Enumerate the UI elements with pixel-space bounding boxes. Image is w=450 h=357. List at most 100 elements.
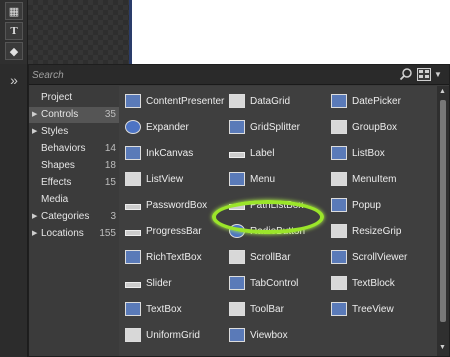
artboard-edge xyxy=(129,0,132,64)
control-item[interactable]: TextBlock xyxy=(331,274,431,292)
label-icon xyxy=(229,152,245,158)
category-item[interactable]: Shapes 18 xyxy=(29,158,119,174)
viewbox-icon xyxy=(229,328,245,342)
category-item[interactable]: Media xyxy=(29,192,119,208)
category-label: Controls xyxy=(41,109,79,120)
category-count: 15 xyxy=(104,177,116,188)
expander-icon xyxy=(125,120,141,134)
menuitem-icon xyxy=(331,172,347,186)
datepicker-icon xyxy=(331,94,347,108)
grid-view-icon[interactable] xyxy=(417,68,431,81)
category-item[interactable]: ▶ Locations 155 xyxy=(29,226,119,242)
category-label: Locations xyxy=(41,228,84,239)
category-label: Effects xyxy=(41,177,72,188)
category-label: Behaviors xyxy=(41,143,86,154)
control-item[interactable]: Label xyxy=(229,144,329,162)
groupbox-icon xyxy=(331,120,347,134)
grid-tool-icon[interactable]: ▦ xyxy=(5,2,23,20)
double-chevron-icon[interactable]: » xyxy=(4,70,24,90)
category-item[interactable]: ▶ Controls 35 xyxy=(29,107,119,123)
control-label: InkCanvas xyxy=(146,147,194,159)
control-item[interactable]: TreeView xyxy=(331,300,431,318)
control-label: DataGrid xyxy=(250,95,291,107)
control-item[interactable]: MenuItem xyxy=(331,170,431,188)
uniformgrid-icon xyxy=(125,328,141,342)
expand-arrow-icon[interactable]: ▶ xyxy=(32,226,37,242)
vertical-scrollbar[interactable]: ▲ ▼ xyxy=(437,86,449,356)
pathlistbox-icon xyxy=(229,204,245,210)
control-item[interactable]: ResizeGrip xyxy=(331,222,431,240)
control-item[interactable]: DatePicker xyxy=(331,92,431,110)
progressbar-icon xyxy=(125,230,141,236)
tabcontrol-icon xyxy=(229,276,245,290)
control-label: ScrollBar xyxy=(250,251,291,263)
control-item[interactable]: UniformGrid xyxy=(125,326,225,344)
control-item[interactable]: Viewbox xyxy=(229,326,329,344)
popup-icon xyxy=(331,198,347,212)
category-item[interactable]: Effects 15 xyxy=(29,175,119,191)
control-item[interactable]: Slider xyxy=(125,274,225,292)
control-label: ProgressBar xyxy=(146,225,202,237)
control-item[interactable]: DataGrid xyxy=(229,92,329,110)
control-item[interactable]: GroupBox xyxy=(331,118,431,136)
control-label: Popup xyxy=(352,199,381,211)
control-item[interactable]: ToolBar xyxy=(229,300,329,318)
control-label: ScrollViewer xyxy=(352,251,408,263)
control-label: GridSplitter xyxy=(250,121,301,133)
category-item[interactable]: Project xyxy=(29,90,119,106)
expand-arrow-icon[interactable]: ▶ xyxy=(32,124,37,140)
control-label: ResizeGrip xyxy=(352,225,402,237)
control-item[interactable]: PathListBox xyxy=(229,196,329,214)
search-icon[interactable] xyxy=(399,67,413,81)
control-item[interactable]: ContentPresenter xyxy=(125,92,225,110)
category-label: Categories xyxy=(41,211,90,222)
control-item[interactable]: ListBox xyxy=(331,144,431,162)
search-input[interactable] xyxy=(29,65,389,85)
category-label: Project xyxy=(41,92,73,103)
text-tool-icon[interactable]: T xyxy=(5,22,23,40)
control-item[interactable]: ScrollViewer xyxy=(331,248,431,266)
datagrid-icon xyxy=(229,94,245,108)
control-item[interactable]: Popup xyxy=(331,196,431,214)
gridsplitter-icon xyxy=(229,120,245,134)
control-item[interactable]: RadioButton xyxy=(229,222,329,240)
scrollviewer-icon xyxy=(331,250,347,264)
expand-arrow-icon[interactable]: ▶ xyxy=(32,107,37,123)
listview-icon xyxy=(125,172,141,186)
control-label: ToolBar xyxy=(250,303,284,315)
listbox-icon xyxy=(331,146,347,160)
control-item[interactable]: Menu xyxy=(229,170,329,188)
paint-tool-icon[interactable]: ◆ xyxy=(5,42,23,60)
category-count: 18 xyxy=(104,160,116,171)
category-item[interactable]: ▶ Categories 3 xyxy=(29,209,119,225)
textblock-icon xyxy=(331,276,347,290)
slider-icon xyxy=(125,282,141,288)
richtextbox-icon xyxy=(125,250,141,264)
control-label: TextBox xyxy=(146,303,182,315)
control-label: Menu xyxy=(250,173,276,185)
control-label: GroupBox xyxy=(352,121,398,133)
scroll-down-icon[interactable]: ▼ xyxy=(439,344,446,351)
control-label: Slider xyxy=(146,277,172,289)
control-item[interactable]: TextBox xyxy=(125,300,225,318)
chevron-down-icon[interactable]: ▼ xyxy=(434,70,442,79)
category-item[interactable]: Behaviors 14 xyxy=(29,141,119,157)
control-label: RichTextBox xyxy=(146,251,202,263)
treeview-icon xyxy=(331,302,347,316)
control-label: ListView xyxy=(146,173,184,185)
control-item[interactable]: ProgressBar xyxy=(125,222,225,240)
control-item[interactable]: RichTextBox xyxy=(125,248,225,266)
scroll-thumb[interactable] xyxy=(440,100,446,322)
scroll-up-icon[interactable]: ▲ xyxy=(439,88,446,95)
control-item[interactable]: Expander xyxy=(125,118,225,136)
category-item[interactable]: ▶ Styles xyxy=(29,124,119,140)
control-item[interactable]: TabControl xyxy=(229,274,329,292)
control-item[interactable]: PasswordBox xyxy=(125,196,225,214)
search-bar: ▼ xyxy=(29,65,449,85)
control-item[interactable]: ScrollBar xyxy=(229,248,329,266)
control-item[interactable]: ListView xyxy=(125,170,225,188)
expand-arrow-icon[interactable]: ▶ xyxy=(32,209,37,225)
control-item[interactable]: GridSplitter xyxy=(229,118,329,136)
category-label: Styles xyxy=(41,126,69,137)
control-item[interactable]: InkCanvas xyxy=(125,144,225,162)
